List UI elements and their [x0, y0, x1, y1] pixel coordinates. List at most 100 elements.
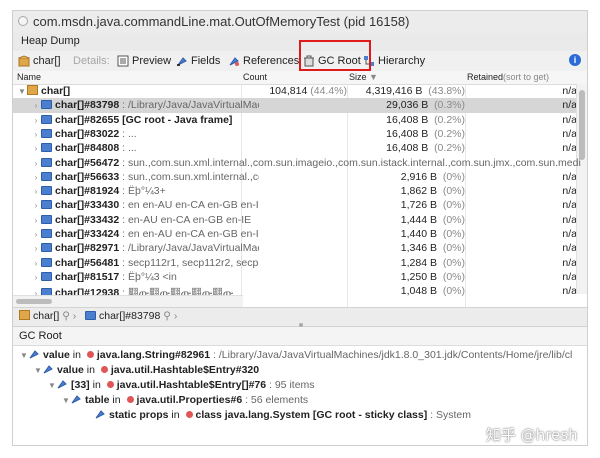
hierarchy-button[interactable]: Hierarchy — [363, 53, 425, 69]
row-size-cell: 16,408 B (0.2%) — [347, 114, 465, 126]
expand-arrow-icon[interactable]: › — [31, 116, 41, 125]
vertical-scrollbar[interactable] — [576, 84, 587, 294]
expand-arrow-icon[interactable]: › — [31, 144, 41, 153]
column-size[interactable]: Size — [349, 72, 367, 82]
expand-arrow-icon[interactable]: ▼ — [19, 351, 29, 360]
table-row[interactable]: ›char[]#33424 : en en-AU en-CA en-GB en-… — [13, 227, 579, 241]
expand-arrow-icon[interactable]: ▼ — [17, 87, 27, 96]
row-size-pct: (0.2%) — [434, 128, 465, 140]
row-size-cell: 1,284 B (0%) — [347, 257, 465, 269]
class-icon — [41, 215, 52, 224]
row-name: char[]#82971 — [55, 242, 119, 254]
object-desc: : System — [427, 409, 471, 421]
field-name: static props — [109, 409, 169, 421]
table-row[interactable]: ›char[]#84808 : ... 16,408 B (0.2%)n/a — [13, 141, 579, 155]
object-icon — [127, 396, 134, 403]
column-retained[interactable]: Retained — [467, 72, 503, 82]
row-size: 29,036 B — [386, 99, 428, 111]
row-size-cell: 1,440 B (0%) — [347, 228, 465, 240]
references-icon — [228, 55, 240, 67]
expand-arrow-icon[interactable]: ▼ — [61, 396, 71, 405]
expand-arrow-icon[interactable]: › — [31, 187, 41, 196]
horizontal-scrollbar[interactable] — [13, 295, 243, 307]
expand-arrow-icon[interactable]: › — [31, 259, 41, 268]
row-retained-cell: n/a — [465, 199, 577, 211]
row-retained: n/a — [562, 214, 577, 226]
table-row[interactable]: ›char[]#81517 : Ëþ°¼3 <in 1,250 B (0%)n/… — [13, 270, 579, 284]
expand-arrow-icon[interactable]: › — [31, 159, 41, 168]
row-desc: : /Library/Java/JavaVirtualMachines — [119, 242, 259, 254]
row-name-cell: ›char[]#81924 : Ëþ°¼3+ — [13, 185, 259, 197]
table-row[interactable]: › char[]#82971 : /Library/Java/JavaVirtua… — [13, 241, 579, 255]
table-row[interactable]: ›char[]#56481 : secp112r1, secp112r2, se… — [13, 256, 579, 270]
table-row[interactable]: ›char[]#83022 : ... 16,408 B (0.2%)n/a — [13, 127, 579, 141]
expand-arrow-icon[interactable]: › — [31, 244, 41, 253]
expand-arrow-icon[interactable]: › — [31, 173, 41, 182]
class-icon — [41, 100, 52, 109]
row-retained-cell: n/a — [465, 185, 577, 197]
package-icon — [19, 310, 30, 320]
preview-button[interactable]: Preview — [117, 53, 171, 69]
row-retained-cell: n/a — [465, 271, 577, 283]
breadcrumb-item-instance[interactable]: char[]#83798 ⚲ › — [85, 310, 177, 322]
table-row[interactable]: ›char[]#56633 : sun.,com.sun.xml.interna… — [13, 170, 579, 184]
row-retained-cell: n/a — [465, 228, 577, 240]
row-desc: : ... — [119, 128, 137, 140]
in-text: in — [169, 409, 183, 421]
references-button[interactable]: References — [228, 53, 299, 69]
info-icon[interactable]: i — [569, 54, 581, 66]
row-retained: n/a — [562, 85, 577, 97]
row-retained: n/a — [562, 228, 577, 240]
expand-arrow-icon[interactable]: › — [31, 101, 41, 110]
gc-root-tree-item[interactable]: ▼table in java.util.Properties#6 : 56 el… — [61, 394, 308, 408]
window-title: com.msdn.java.commandLine.mat.OutOfMemor… — [33, 14, 409, 29]
gc-root-tree-item[interactable]: static props in class java.lang.System [… — [85, 409, 471, 423]
row-desc: : en en-AU en-CA en-GB en-IE — [119, 228, 259, 240]
table-row[interactable]: ›char[]#33432 : en-AU en-CA en-GB en-IE … — [13, 213, 579, 227]
class-icon — [41, 186, 52, 195]
row-size-cell: 16,408 B (0.2%) — [347, 128, 465, 140]
table-row[interactable]: ▼char[]104,814 (44.4%)4,319,416 B (43.8%… — [13, 84, 579, 98]
fields-button[interactable]: Fields — [176, 53, 220, 69]
pin-icon: ⚲ › — [62, 310, 76, 322]
row-retained-cell: n/a — [465, 142, 577, 154]
row-retained: n/a — [562, 285, 577, 297]
column-name[interactable]: Name — [17, 72, 41, 82]
gc-root-tree-item[interactable]: ▼[33] in java.util.Hashtable$Entry[]#76 … — [47, 379, 315, 393]
table-row[interactable]: ›char[]#81924 : Ëþ°¼3+ 1,862 B (0%)n/a — [13, 184, 579, 198]
row-retained-cell: n/a — [465, 99, 577, 111]
field-name: value — [43, 349, 70, 361]
reference-icon — [71, 394, 81, 404]
expand-arrow-icon[interactable]: › — [31, 201, 41, 210]
gc-root-panel-title: GC Root — [19, 330, 62, 342]
row-name: char[]#33432 — [55, 214, 119, 226]
vertical-scroll-thumb[interactable] — [579, 90, 585, 160]
horizontal-scroll-thumb[interactable] — [16, 299, 52, 304]
class-icon — [41, 229, 52, 238]
breadcrumb-item-class[interactable]: char[] ⚲ › — [19, 310, 76, 322]
expand-arrow-icon[interactable]: › — [31, 273, 41, 282]
gc-root-tree-item[interactable]: ▼value in java.lang.String#82961 : /Libr… — [19, 349, 572, 363]
table-row[interactable]: ›char[]#33430 : en en-AU en-CA en-GB en-… — [13, 198, 579, 212]
row-size: 16,408 B — [386, 142, 428, 154]
table-row[interactable]: ›char[]#83798 : /Library/Java/JavaVirtua… — [13, 98, 579, 112]
table-row[interactable]: ›char[]#82655 [GC root - Java frame] 16,… — [13, 113, 579, 127]
reference-icon — [43, 364, 53, 374]
expand-arrow-icon[interactable]: ▼ — [33, 366, 43, 375]
current-class-button[interactable]: char[] — [18, 53, 61, 69]
row-desc: : ... — [119, 142, 137, 154]
row-size: 1,250 B — [401, 271, 437, 283]
field-name: table — [85, 394, 110, 406]
expand-arrow-icon[interactable]: › — [31, 230, 41, 239]
expand-arrow-icon[interactable]: › — [31, 130, 41, 139]
expand-arrow-icon[interactable]: ▼ — [47, 381, 57, 390]
fields-icon — [176, 55, 188, 67]
table-row[interactable]: ›char[]#56472 : sun.,com.sun.xml.interna… — [13, 156, 579, 170]
row-size-pct: (0%) — [443, 271, 465, 283]
row-size-cell: 4,319,416 B (43.8%) — [347, 85, 465, 97]
row-name-cell: ›char[]#84808 : ... — [13, 142, 259, 154]
expand-arrow-icon[interactable]: › — [31, 216, 41, 225]
gc-root-tree-item[interactable]: ▼value in java.util.Hashtable$Entry#320 — [33, 364, 259, 378]
column-count[interactable]: Count — [243, 72, 267, 82]
row-retained-cell: n/a — [465, 85, 577, 97]
